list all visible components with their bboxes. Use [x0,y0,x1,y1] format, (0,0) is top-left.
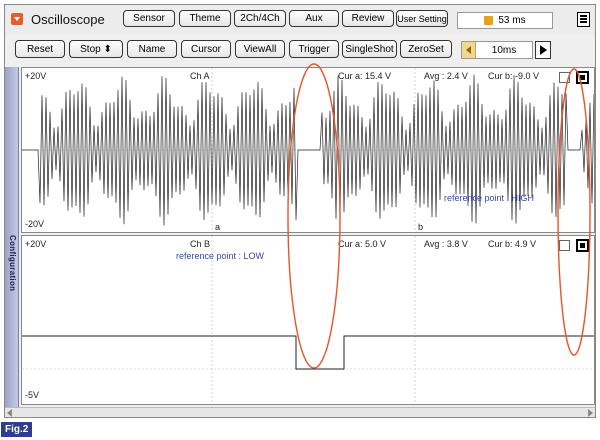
channel-a-average: Avg : 2.4 V [424,71,468,81]
channel-b-reference-label: reference point : LOW [176,251,265,261]
app-title: Oscilloscope [31,12,105,27]
singleshot-button[interactable]: SingleShot [342,40,397,58]
name-button[interactable]: Name [127,40,177,58]
hourglass-icon [484,16,494,25]
aux-button[interactable]: Aux [289,10,339,27]
timebase-value: 10ms [491,44,517,56]
channel-b-checkbox[interactable] [559,240,570,251]
horizontal-scrollbar[interactable] [5,407,595,417]
cursor-a-marker[interactable]: a [215,222,220,232]
channel-b-trace [22,236,594,404]
channel-b-top-label: +20V [25,239,47,249]
reset-button[interactable]: Reset [15,40,65,58]
channel-a-panel: +20V Ch A Cur a: 15.4 V Avg : 2.4 V Cur … [21,67,595,233]
channel-a-top-label: +20V [25,71,47,81]
channel-b-bottom-label: -5V [25,390,40,400]
user-setting-button[interactable]: User Setting [396,10,448,27]
hamburger-menu-icon[interactable] [577,12,590,27]
channel-a-cursor-b: Cur b: -9.0 V [488,71,540,81]
decrease-arrow-icon[interactable] [462,42,476,58]
channel-mode-button[interactable]: 2Ch/4Ch [234,10,286,27]
review-button[interactable]: Review [342,10,394,27]
channel-b-enable-checkbox[interactable] [576,239,589,252]
figure-label: Fig.2 [1,422,33,437]
configuration-tab[interactable]: Configuration [5,67,19,407]
sensor-button[interactable]: Sensor [123,10,175,27]
channel-a-name: Ch A [190,71,210,81]
elapsed-time-value: 53 ms [498,15,526,26]
channel-b-panel: +20V Ch B Cur a: 5.0 V Avg : 3.8 V Cur b… [21,235,595,405]
title-bar: Oscilloscope Sensor Theme 2Ch/4Ch Aux Re… [5,5,595,35]
channel-b-average: Avg : 3.8 V [424,239,468,249]
stop-button[interactable]: Stop ⬍ [69,40,123,58]
channel-b-name: Ch B [190,239,211,249]
scroll-right-icon[interactable] [588,409,593,417]
channel-a-trace [22,68,594,232]
trigger-button[interactable]: Trigger [289,40,339,58]
timebase-stepper[interactable]: 10ms [461,41,533,59]
channel-a-reference-label: reference point : HIGH [444,193,535,203]
channel-b-cursor-b: Cur b: 4.9 V [488,239,537,249]
elapsed-time-display: 53 ms [457,12,553,29]
zeroset-button[interactable]: ZeroSet [400,40,452,58]
app-menu-icon[interactable] [11,13,23,25]
channel-a-enable-checkbox[interactable] [576,71,589,84]
channel-a-checkbox[interactable] [559,72,570,83]
cursor-b-marker[interactable]: b [418,222,423,232]
channel-a-cursor-a: Cur a: 15.4 V [338,71,392,81]
cursor-button[interactable]: Cursor [181,40,231,58]
oscilloscope-window: Oscilloscope Sensor Theme 2Ch/4Ch Aux Re… [4,4,596,418]
play-icon[interactable] [535,41,551,59]
channel-b-cursor-a: Cur a: 5.0 V [338,239,387,249]
scroll-left-icon[interactable] [7,409,12,417]
theme-button[interactable]: Theme [179,10,231,27]
channel-a-bottom-label: -20V [25,219,45,229]
viewall-button[interactable]: ViewAll [235,40,285,58]
configuration-tab-label: Configuration [8,235,17,292]
